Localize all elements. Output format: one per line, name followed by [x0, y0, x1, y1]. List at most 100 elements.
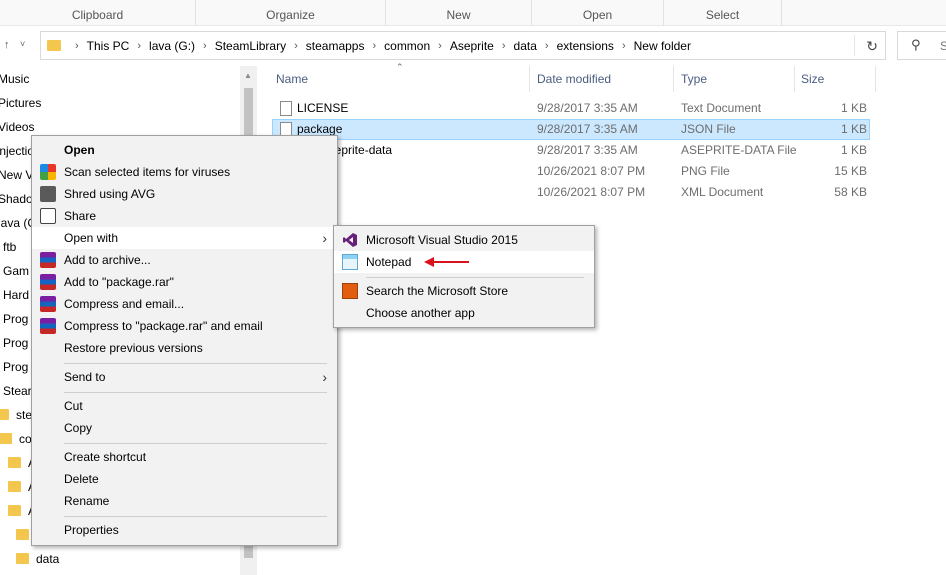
- crumb-this-pc[interactable]: This PC: [85, 39, 132, 53]
- nav-item-ftb[interactable]: ftb: [3, 236, 16, 258]
- nav-item-shadow[interactable]: Shado: [0, 188, 33, 210]
- menu-item-add-to-rar[interactable]: Add to "package.rar": [32, 271, 337, 293]
- chevron-right-icon[interactable]: ›: [432, 40, 448, 52]
- file-row[interactable]: 10/26/2021 8:07 PM PNG File 15 KB: [272, 161, 870, 182]
- nav-item-games[interactable]: Gam: [3, 260, 29, 282]
- winrar-icon: [40, 296, 56, 312]
- menu-item-shred-avg[interactable]: Shred using AVG: [32, 183, 337, 205]
- file-type: Text Document: [681, 101, 762, 115]
- column-divider[interactable]: [794, 66, 795, 92]
- scroll-up-arrow-icon[interactable]: ▲: [244, 71, 252, 80]
- nav-item-hard[interactable]: Hard: [3, 284, 29, 306]
- chevron-right-icon[interactable]: ›: [616, 40, 632, 52]
- file-size: 1 KB: [840, 101, 867, 115]
- chevron-right-icon[interactable]: ›: [539, 40, 555, 52]
- search-placeholder: S: [940, 39, 946, 53]
- nav-item-injection[interactable]: Injectio: [0, 140, 34, 162]
- nav-item-pictures[interactable]: Pictures: [0, 92, 41, 114]
- menu-item-open-with[interactable]: Open with ›: [32, 227, 337, 249]
- menu-item-delete[interactable]: Delete: [32, 468, 337, 490]
- menu-item-send-to[interactable]: Send to ›: [32, 366, 337, 388]
- menu-item-share[interactable]: Share: [32, 205, 337, 227]
- crumb-steamlibrary[interactable]: SteamLibrary: [213, 39, 288, 53]
- file-type: XML Document: [681, 185, 764, 199]
- menu-item-rename[interactable]: Rename: [32, 490, 337, 512]
- menu-item-label: Compress to "package.rar" and email: [64, 319, 263, 333]
- menu-item-properties[interactable]: Properties: [32, 519, 337, 541]
- file-date: 10/26/2021 8:07 PM: [537, 164, 646, 178]
- file-row[interactable]: LICENSE 9/28/2017 3:35 AM Text Document …: [272, 98, 870, 119]
- menu-item-compress-rar-email[interactable]: Compress to "package.rar" and email: [32, 315, 337, 337]
- avg-icon: [40, 164, 56, 180]
- chevron-right-icon[interactable]: ›: [131, 40, 147, 52]
- menu-item-label: Microsoft Visual Studio 2015: [366, 233, 518, 247]
- menu-separator: [64, 363, 327, 364]
- chevron-right-icon[interactable]: ›: [197, 40, 213, 52]
- chevron-right-icon[interactable]: ›: [288, 40, 304, 52]
- menu-item-copy[interactable]: Copy: [32, 417, 337, 439]
- menu-item-choose-another-app[interactable]: Choose another app: [334, 302, 594, 324]
- column-divider[interactable]: [875, 66, 876, 92]
- column-header-size[interactable]: Size: [801, 66, 824, 92]
- nav-item-data[interactable]: data: [16, 548, 59, 570]
- nav-item-prog-2[interactable]: Prog: [3, 332, 28, 354]
- winrar-icon: [40, 318, 56, 334]
- nav-item-prog-3[interactable]: Prog: [3, 356, 28, 378]
- crumb-steamapps[interactable]: steamapps: [304, 39, 367, 53]
- menu-item-label: Restore previous versions: [64, 341, 203, 355]
- column-header-type[interactable]: Type: [681, 66, 707, 92]
- menu-item-scan-viruses[interactable]: Scan selected items for viruses: [32, 161, 337, 183]
- crumb-extensions[interactable]: extensions: [555, 39, 616, 53]
- menu-item-search-store[interactable]: Search the Microsoft Store: [334, 280, 594, 302]
- file-row[interactable]: 10/26/2021 8:07 PM XML Document 58 KB: [272, 182, 870, 203]
- chevron-right-icon[interactable]: ›: [69, 40, 85, 52]
- nav-item-common[interactable]: co: [0, 428, 32, 450]
- share-icon: [40, 208, 56, 224]
- chevron-right-icon[interactable]: ›: [366, 40, 382, 52]
- microsoft-store-icon: [342, 283, 358, 299]
- column-divider[interactable]: [673, 66, 674, 92]
- file-date: 9/28/2017 3:35 AM: [537, 143, 638, 157]
- search-input[interactable]: ⚲ S: [897, 31, 946, 60]
- crumb-aseprite[interactable]: Aseprite: [448, 39, 496, 53]
- chevron-right-icon[interactable]: ›: [496, 40, 512, 52]
- crumb-lava-drive[interactable]: lava (G:): [147, 39, 197, 53]
- search-icon: ⚲: [911, 37, 921, 52]
- nav-item-steam[interactable]: Stear: [3, 380, 32, 402]
- menu-item-visual-studio[interactable]: Microsoft Visual Studio 2015: [334, 229, 594, 251]
- winrar-icon: [40, 252, 56, 268]
- menu-item-create-shortcut[interactable]: Create shortcut: [32, 446, 337, 468]
- menu-item-open[interactable]: Open: [32, 139, 337, 161]
- up-arrow-icon[interactable]: ↑: [4, 39, 10, 51]
- ribbon-group-new: New: [386, 0, 532, 26]
- refresh-icon[interactable]: ↻: [866, 38, 878, 55]
- menu-item-restore-versions[interactable]: Restore previous versions: [32, 337, 337, 359]
- file-type: PNG File: [681, 164, 730, 178]
- nav-item-videos[interactable]: Videos: [0, 116, 34, 138]
- column-divider[interactable]: [529, 66, 530, 92]
- crumb-common[interactable]: common: [382, 39, 432, 53]
- crumb-new-folder[interactable]: New folder: [632, 39, 693, 53]
- sort-ascending-icon: ⌃: [396, 62, 404, 72]
- nav-item-label: data: [36, 552, 60, 566]
- ribbon: Clipboard Organize New Open Select: [0, 0, 946, 26]
- menu-item-cut[interactable]: Cut: [32, 395, 337, 417]
- column-header-date-modified[interactable]: Date modified: [537, 66, 611, 92]
- folder-icon: [8, 481, 21, 492]
- address-bar[interactable]: › This PC › lava (G:) › SteamLibrary › s…: [40, 31, 886, 60]
- nav-item-prog-1[interactable]: Prog: [3, 308, 28, 330]
- recent-locations-chevron-icon[interactable]: ˅: [20, 39, 25, 49]
- file-row-selected[interactable]: package 9/28/2017 3:35 AM JSON File 1 KB: [272, 119, 870, 140]
- file-type: JSON File: [681, 122, 736, 136]
- file-name: LICENSE: [297, 101, 349, 115]
- folder-icon: [0, 433, 12, 444]
- file-row[interactable]: aseprite-data 9/28/2017 3:35 AM ASEPRITE…: [272, 140, 870, 161]
- open-with-submenu: Microsoft Visual Studio 2015 Notepad Sea…: [333, 225, 595, 328]
- crumb-data[interactable]: data: [512, 39, 539, 53]
- nav-item-new-v[interactable]: New V: [0, 164, 33, 186]
- menu-item-add-to-archive[interactable]: Add to archive...: [32, 249, 337, 271]
- column-header-name[interactable]: Name: [276, 66, 308, 92]
- menu-item-notepad[interactable]: Notepad: [334, 251, 594, 273]
- menu-item-compress-email[interactable]: Compress and email...: [32, 293, 337, 315]
- nav-item-music[interactable]: Music: [0, 68, 29, 90]
